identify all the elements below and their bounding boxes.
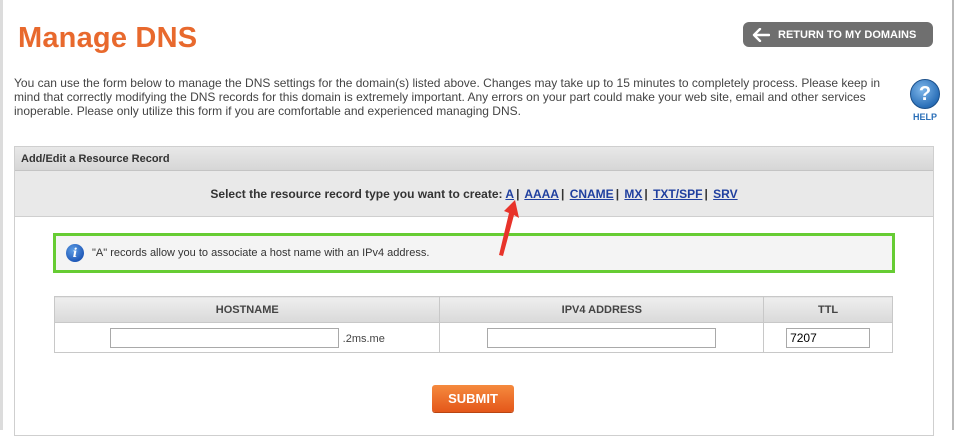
ipv4-input[interactable] — [487, 327, 717, 348]
panel-title: Add/Edit a Resource Record — [15, 147, 933, 171]
question-icon: ? — [910, 79, 940, 109]
ttl-input[interactable] — [786, 327, 871, 348]
type-link-aaaa[interactable]: AAAA — [524, 187, 559, 201]
annotation-arrow-icon — [499, 200, 519, 256]
return-label: RETURN TO MY DOMAINS — [778, 28, 917, 41]
left-border — [0, 0, 3, 430]
arrow-left-icon — [752, 27, 770, 42]
help-label: HELP — [912, 112, 937, 122]
record-type-selector: Select the resource record type you want… — [15, 171, 933, 217]
ttl-cell — [763, 322, 893, 353]
type-link-mx[interactable]: MX — [624, 187, 642, 201]
record-table: HOSTNAME IPV4 ADDRESS TTL .2ms.me — [53, 296, 893, 353]
type-link-cname[interactable]: CNAME — [570, 187, 614, 201]
hostname-input[interactable] — [109, 327, 339, 348]
submit-button[interactable]: SUBMIT — [432, 385, 514, 412]
column-header-ttl: TTL — [763, 296, 893, 323]
type-link-srv[interactable]: SRV — [713, 187, 737, 201]
table-row: .2ms.me — [53, 322, 893, 353]
domain-suffix: .2ms.me — [342, 332, 385, 345]
column-header-hostname: HOSTNAME — [53, 296, 441, 323]
info-message: i "A" records allow you to associate a h… — [53, 233, 895, 273]
help-button[interactable]: ? HELP — [908, 79, 942, 122]
return-to-domains-button[interactable]: RETURN TO MY DOMAINS — [743, 22, 933, 47]
ipv4-cell — [439, 322, 765, 353]
column-header-ipv4: IPV4 ADDRESS — [439, 296, 765, 323]
type-prompt: Select the resource record type you want… — [210, 187, 503, 201]
info-text: "A" records allow you to associate a hos… — [92, 247, 430, 259]
hostname-cell: .2ms.me — [53, 322, 441, 353]
info-icon: i — [66, 244, 84, 262]
intro-text: You can use the form below to manage the… — [14, 76, 881, 118]
type-link-txt-spf[interactable]: TXT/SPF — [653, 187, 702, 201]
page-title: Manage DNS — [18, 22, 198, 54]
